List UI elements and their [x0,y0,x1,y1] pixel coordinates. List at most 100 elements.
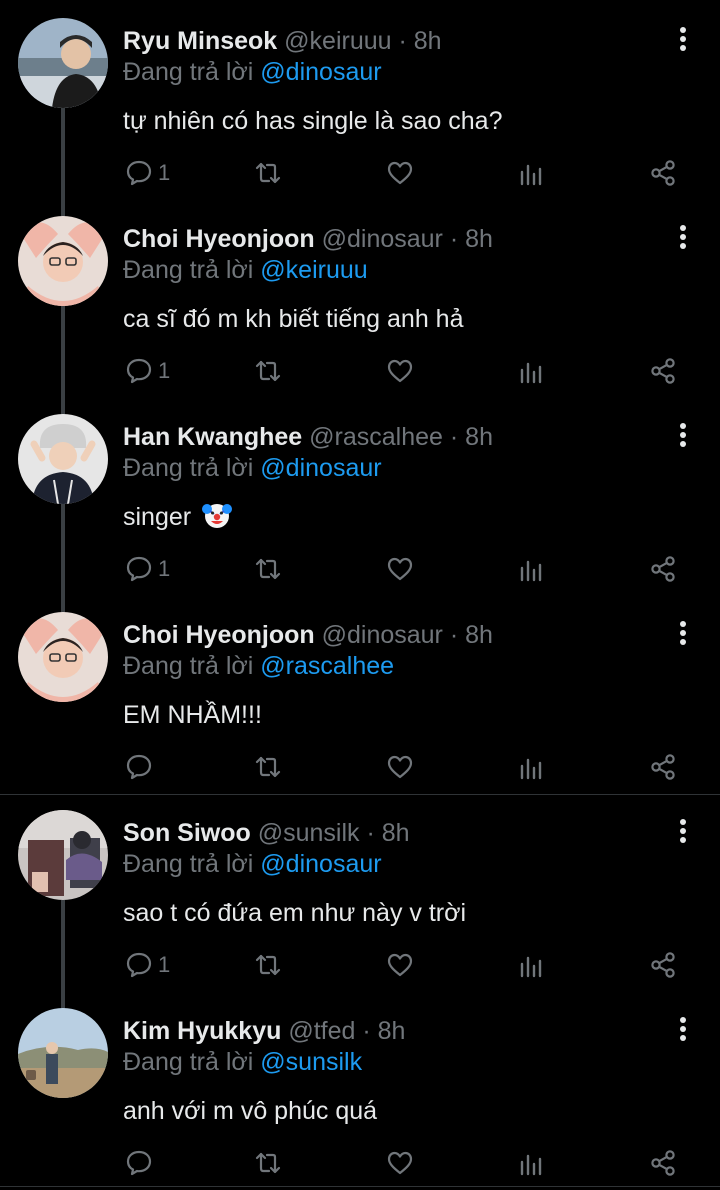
display-name[interactable]: Choi Hyeonjoon [123,225,315,253]
dot-separator: · [398,27,407,55]
retweet-button[interactable] [253,156,283,190]
reply-button[interactable]: 1 [124,552,170,586]
avatar[interactable] [18,612,108,702]
replying-label: Đang trả lời [123,454,254,482]
share-button[interactable] [648,750,678,784]
reply-icon [124,158,154,188]
views-button[interactable] [516,354,546,388]
like-button[interactable] [385,948,415,982]
retweet-button[interactable] [253,552,283,586]
username[interactable]: @keiruuu [284,27,391,55]
reply-button[interactable]: 1 [124,354,170,388]
share-button[interactable] [648,354,678,388]
share-button[interactable] [648,1146,678,1180]
mention-link[interactable]: @dinosaur [260,850,381,878]
reply-icon [124,356,154,386]
views-button[interactable] [516,948,546,982]
timestamp[interactable]: 8h [465,225,493,253]
display-name[interactable]: Son Siwoo [123,819,251,847]
more-icon[interactable] [672,618,694,648]
views-button[interactable] [516,750,546,784]
display-name[interactable]: Han Kwanghee [123,423,302,451]
reply-tweet[interactable]: Choi Hyeonjoon @dinosaur · 8h Đang trả l… [0,198,720,396]
retweet-icon [253,554,283,584]
like-icon [385,356,415,386]
reply-tweet[interactable]: Son Siwoo @sunsilk · 8h Đang trả lời @di… [0,792,720,990]
more-icon[interactable] [672,1014,694,1044]
avatar[interactable] [18,810,108,900]
tweet-header: Choi Hyeonjoon @dinosaur · 8h [123,618,493,652]
username[interactable]: @dinosaur [322,225,443,253]
retweet-icon [253,1148,283,1178]
action-bar: 1 [120,552,690,586]
retweet-button[interactable] [253,1146,283,1180]
like-icon [385,950,415,980]
dot-separator: · [449,225,459,253]
mention-link[interactable]: @dinosaur [260,454,381,482]
mention-link[interactable]: @dinosaur [260,58,381,86]
display-name[interactable]: Ryu Minseok [123,27,277,55]
username[interactable]: @tfed [288,1017,355,1045]
replying-to: Đang trả lời @rascalhee [123,649,394,683]
timestamp[interactable]: 8h [465,423,493,451]
reply-tweet[interactable]: Han Kwanghee @rascalhee · 8h Đang trả lờ… [0,396,720,594]
reply-count: 1 [158,160,171,185]
dot-separator: · [449,621,459,649]
views-button[interactable] [516,1146,546,1180]
avatar[interactable] [18,18,108,108]
reply-tweet[interactable]: Kim Hyukkyu @tfed · 8h Đang trả lời @sun… [0,990,720,1188]
like-button[interactable] [385,750,415,784]
timestamp[interactable]: 8h [382,819,410,847]
like-button[interactable] [385,156,415,190]
reply-button[interactable] [124,750,158,784]
like-icon [385,158,415,188]
retweet-button[interactable] [253,948,283,982]
more-icon[interactable] [672,24,694,54]
views-button[interactable] [516,552,546,586]
like-icon [385,1148,415,1178]
action-bar: 1 [120,156,690,190]
reply-button[interactable]: 1 [124,156,170,190]
share-button[interactable] [648,552,678,586]
mention-link[interactable]: @rascalhee [260,652,394,680]
reply-count: 1 [158,358,171,383]
username[interactable]: @sunsilk [258,819,360,847]
avatar[interactable] [18,216,108,306]
timestamp[interactable]: 8h [465,621,493,649]
avatar[interactable] [18,414,108,504]
timestamp[interactable]: 8h [378,1017,406,1045]
like-button[interactable] [385,354,415,388]
timestamp[interactable]: 8h [414,27,442,55]
more-icon[interactable] [672,816,694,846]
share-icon [648,554,678,584]
tweet-header: Kim Hyukkyu @tfed · 8h [123,1014,405,1048]
username[interactable]: @dinosaur [322,621,443,649]
reply-button[interactable]: 1 [124,948,170,982]
clown-face-icon [202,500,233,530]
reply-tweet[interactable]: Ryu Minseok @keiruuu · 8h Đang trả lời @… [0,0,720,198]
share-button[interactable] [648,156,678,190]
tweet-text: ca sĩ đó m kh biết tiếng anh hả [123,305,464,333]
share-icon [648,1148,678,1178]
like-button[interactable] [385,552,415,586]
retweet-button[interactable] [253,750,283,784]
more-icon[interactable] [672,420,694,450]
avatar[interactable] [18,1008,108,1098]
share-icon [648,752,678,782]
views-icon [516,752,546,782]
mention-link[interactable]: @keiruuu [260,256,367,284]
like-icon [385,752,415,782]
views-icon [516,158,546,188]
reply-feed: Ryu Minseok @keiruuu · 8h Đang trả lời @… [0,0,720,1190]
views-button[interactable] [516,156,546,190]
mention-link[interactable]: @sunsilk [260,1048,362,1076]
username[interactable]: @rascalhee [309,423,443,451]
reply-tweet[interactable]: Choi Hyeonjoon @dinosaur · 8h Đang trả l… [0,594,720,792]
display-name[interactable]: Kim Hyukkyu [123,1017,281,1045]
display-name[interactable]: Choi Hyeonjoon [123,621,315,649]
share-button[interactable] [648,948,678,982]
like-button[interactable] [385,1146,415,1180]
reply-button[interactable] [124,1146,158,1180]
more-icon[interactable] [672,222,694,252]
retweet-button[interactable] [253,354,283,388]
